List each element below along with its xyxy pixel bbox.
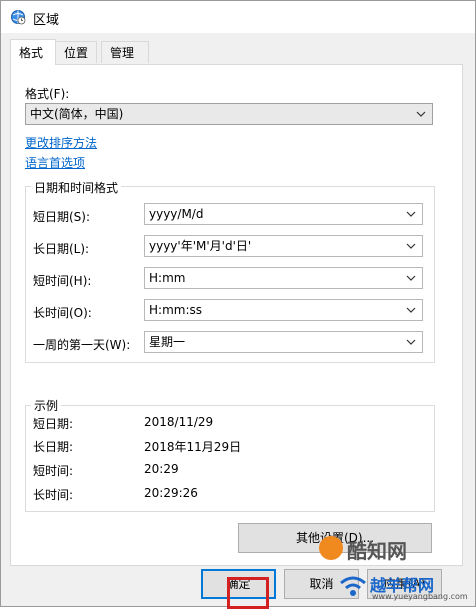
first-day-label: 一周的第一天(W):: [33, 338, 131, 352]
short-time-value: H:mm: [149, 271, 186, 285]
first-day-value: 星期一: [149, 335, 186, 349]
datetime-group-title: 日期和时间格式: [31, 179, 122, 196]
long-date-label: 长日期(L):: [33, 242, 90, 256]
region-dialog: 区域 格式 位置 管理 格式(F): 中文(简体，中国) 更改排序方法 语言首选…: [0, 0, 476, 609]
example-short-time-label: 短时间:: [33, 464, 74, 478]
window-title: 区域: [33, 13, 60, 28]
tab-format[interactable]: 格式: [10, 39, 56, 65]
long-time-value: H:mm:ss: [149, 303, 202, 317]
tab-administrative[interactable]: 管理: [101, 41, 149, 63]
chevron-down-icon: [406, 339, 416, 345]
chevron-down-icon: [416, 111, 426, 117]
title-bar: 区域: [1, 1, 475, 33]
format-select-value: 中文(简体，中国): [30, 107, 124, 121]
long-time-label: 长时间(O):: [33, 306, 92, 320]
tab-location[interactable]: 位置: [55, 41, 97, 63]
short-time-select[interactable]: H:mm: [144, 267, 423, 289]
first-day-select[interactable]: 星期一: [144, 331, 423, 353]
globe-clock-icon: [11, 10, 26, 25]
short-time-label: 短时间(H):: [33, 274, 92, 288]
short-date-value: yyyy/M/d: [149, 207, 204, 221]
language-preferences-link[interactable]: 语言首选项: [25, 154, 85, 171]
long-time-select[interactable]: H:mm:ss: [144, 299, 423, 321]
example-short-date-value: 2018/11/29: [144, 415, 214, 429]
example-long-date-value: 2018年11月29日: [144, 440, 242, 454]
short-date-label: 短日期(S):: [33, 210, 91, 224]
example-short-date-label: 短日期:: [33, 417, 74, 431]
example-long-time-label: 长时间:: [33, 488, 74, 502]
format-tab-panel: 格式(F): 中文(简体，中国) 更改排序方法 语言首选项 日期和时间格式 短日…: [10, 64, 463, 566]
format-select[interactable]: 中文(简体，中国): [25, 103, 433, 125]
examples-group: [25, 405, 435, 512]
examples-group-title: 示例: [31, 397, 62, 414]
chevron-down-icon: [406, 307, 416, 313]
short-date-select[interactable]: yyyy/M/d: [144, 203, 423, 225]
change-sort-link[interactable]: 更改排序方法: [25, 134, 97, 151]
chevron-down-icon: [406, 275, 416, 281]
watermark-brand-text: 酷知网: [347, 539, 407, 563]
watermark-logo-icon: [319, 536, 343, 560]
watermark-url: www.yueyangbang.com: [372, 592, 468, 601]
example-long-date-label: 长日期:: [33, 440, 74, 454]
wifi-icon: [340, 576, 366, 596]
example-long-time-value: 20:29:26: [144, 486, 198, 500]
chevron-down-icon: [406, 243, 416, 249]
long-date-value: yyyy'年'M'月'd'日': [149, 239, 252, 253]
watermark-highlight-box: [227, 577, 269, 609]
long-date-select[interactable]: yyyy'年'M'月'd'日': [144, 235, 423, 257]
chevron-down-icon: [406, 211, 416, 217]
format-label: 格式(F):: [25, 87, 70, 101]
example-short-time-value: 20:29: [144, 462, 179, 476]
